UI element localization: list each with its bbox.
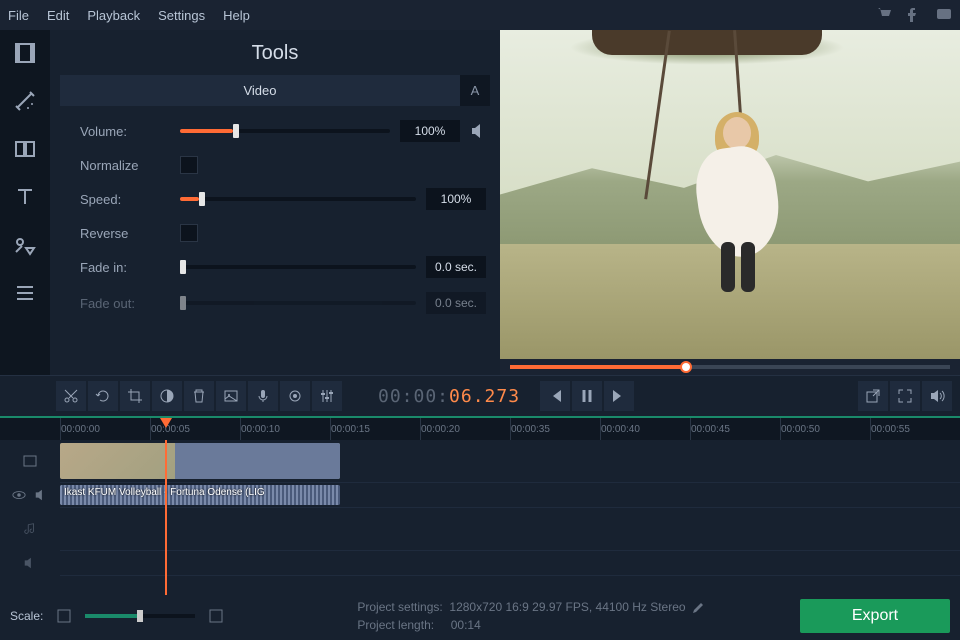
audio-track[interactable]: Ikast KFUM Volleyball - Fortuna Odense (… [60,483,960,508]
video-track-icon[interactable] [22,453,38,469]
delete-button[interactable] [184,381,214,411]
empty-track-2[interactable] [60,551,960,576]
filters-icon[interactable] [10,86,40,116]
volume-value: 100% [400,120,460,142]
normalize-label: Normalize [80,158,170,173]
zoom-out-icon[interactable] [57,609,71,623]
more-icon[interactable] [10,278,40,308]
fadeout-slider[interactable] [180,301,416,305]
preview-image [500,30,960,359]
titles-icon[interactable] [10,182,40,212]
eye-icon[interactable] [12,488,26,502]
timecode: 00:00:06.273 [378,386,520,407]
speaker-track-icon[interactable] [34,488,48,502]
project-settings-label: Project settings: [357,600,442,614]
tab-audio[interactable]: A [460,75,490,106]
volume-button[interactable] [922,381,952,411]
playhead[interactable] [165,440,167,595]
speed-slider[interactable] [180,197,416,201]
fadeout-value: 0.0 sec. [426,292,486,314]
fadein-value: 0.0 sec. [426,256,486,278]
menu-help[interactable]: Help [223,8,250,23]
record-button[interactable] [248,381,278,411]
project-length-value: 00:14 [451,618,481,632]
crop-button[interactable] [120,381,150,411]
video-clip[interactable] [60,443,340,479]
next-button[interactable] [604,381,634,411]
scale-label: Scale: [10,609,43,623]
top-right-icons [876,6,952,22]
menu-bar: File Edit Playback Settings Help [0,0,960,30]
fadein-slider[interactable] [180,265,416,269]
empty-track-1[interactable] [60,508,960,551]
footer-bar: Scale: Project settings: 1280x720 16:9 2… [0,592,960,640]
cart-icon[interactable] [876,6,892,22]
fadeout-label: Fade out: [80,296,170,311]
menu-file[interactable]: File [8,8,29,23]
speaker-icon[interactable] [470,123,486,139]
video-track[interactable] [60,440,960,483]
reverse-label: Reverse [80,226,170,241]
youtube-icon[interactable] [936,6,952,22]
project-settings-value: 1280x720 16:9 29.97 FPS, 44100 Hz Stereo [449,600,685,614]
cut-button[interactable] [56,381,86,411]
fadein-label: Fade in: [80,260,170,275]
rotate-button[interactable] [88,381,118,411]
music-icon[interactable] [23,522,37,536]
fullscreen-button[interactable] [890,381,920,411]
properties-button[interactable] [280,381,310,411]
popout-button[interactable] [858,381,888,411]
menu-playback[interactable]: Playback [87,8,140,23]
tools-panel: Tools Video A Volume: 100% Normalize Spe… [50,30,500,375]
play-button[interactable] [572,381,602,411]
speed-label: Speed: [80,192,170,207]
facebook-icon[interactable] [906,6,922,22]
normalize-checkbox[interactable] [180,156,198,174]
project-length-label: Project length: [357,618,434,632]
transitions-icon[interactable] [10,134,40,164]
edit-settings-icon[interactable] [692,602,704,614]
reverse-checkbox[interactable] [180,224,198,242]
scale-slider[interactable] [85,614,195,618]
prev-button[interactable] [540,381,570,411]
left-sidebar [0,30,50,375]
menu-settings[interactable]: Settings [158,8,205,23]
stickers-icon[interactable] [10,230,40,260]
volume-slider[interactable] [180,129,390,133]
timeline-ruler[interactable]: 00:00:0000:00:0500:00:1000:00:1500:00:20… [0,416,960,440]
menu-edit[interactable]: Edit [47,8,69,23]
audio-clip[interactable]: Ikast KFUM Volleyball - Fortuna Odense (… [60,485,340,505]
equalizer-button[interactable] [312,381,342,411]
zoom-in-icon[interactable] [209,609,223,623]
tools-title: Tools [50,30,500,75]
color-button[interactable] [152,381,182,411]
media-icon[interactable] [10,38,40,68]
preview-panel [500,30,960,375]
picture-button[interactable] [216,381,246,411]
volume-label: Volume: [80,124,170,139]
export-button[interactable]: Export [800,599,950,633]
timeline-tracks: Ikast KFUM Volleyball - Fortuna Odense (… [0,440,960,595]
speaker-track2-icon[interactable] [23,556,37,570]
speed-value: 100% [426,188,486,210]
seek-bar[interactable] [500,359,960,375]
tab-video[interactable]: Video [60,75,460,106]
mid-toolbar: 00:00:06.273 [0,375,960,416]
